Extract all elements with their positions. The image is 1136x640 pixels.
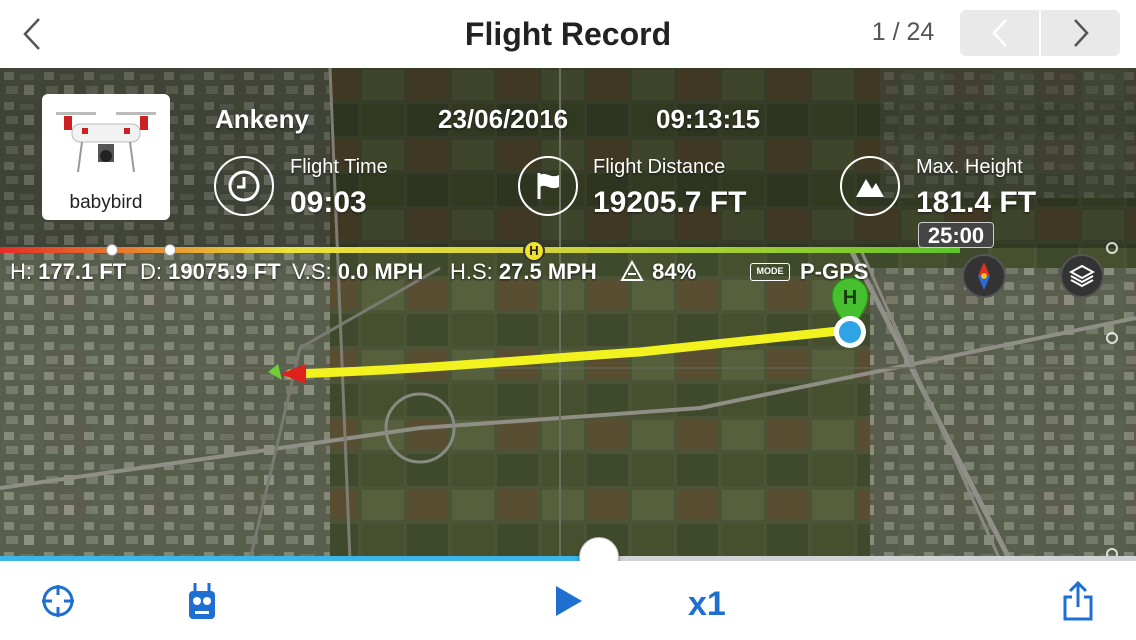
timeline-total-duration: 25:00 [918,222,994,248]
vertical-speed-label: V.S: [292,259,332,284]
flight-map[interactable]: babybird Ankeny 23/06/2016 09:13:15 Flig… [0,68,1136,560]
battery-value: 84% [652,259,697,284]
compass-button[interactable] [962,254,1006,298]
aircraft-position-marker [834,316,866,348]
recenter-button[interactable] [36,579,80,623]
drone-icon [56,112,156,173]
telemetry-height: H: 177.1 FT [10,259,126,285]
telemetry-distance: D: 19075.9 FT [140,259,281,285]
distance-label: D: [140,259,162,284]
share-button[interactable] [1056,579,1100,623]
scale-tick [1106,332,1118,344]
aircraft-card[interactable]: babybird [42,94,170,220]
flight-date: 23/06/2016 [438,104,569,134]
top-bar: Flight Record 1 / 24 [0,0,1136,68]
record-pager [960,10,1120,56]
chevron-left-icon [23,18,40,50]
flag-icon [518,156,578,216]
clock-icon [214,156,274,216]
flight-distance-value: 19205.7 FT [593,186,747,219]
battery-icon [620,259,644,281]
home-pin-label: H [843,287,857,309]
height-value: 177.1 FT [38,259,127,284]
record-counter: 1 / 24 [871,18,935,46]
chevron-left-icon [991,19,1007,47]
vertical-speed-value: 0.0 MPH [337,259,424,284]
remote-controller-icon [189,583,215,619]
play-icon [556,586,582,616]
compass-icon [978,262,990,290]
share-icon [1063,581,1093,621]
crosshair-icon [42,585,74,617]
map-layers-button[interactable] [1060,254,1104,298]
timeline-event-marker[interactable] [106,244,118,256]
aircraft-name: babybird [69,192,143,213]
flight-time-value: 09:03 [290,186,367,219]
horizontal-speed-label: H.S: [450,259,493,284]
remote-controller-button[interactable] [182,579,222,623]
telemetry-horizontal-speed: H.S: 27.5 MPH [450,259,597,285]
distance-value: 19075.9 FT [168,259,281,284]
flight-location: Ankeny [215,104,309,134]
horizontal-speed-value: 27.5 MPH [498,259,597,284]
bottom-toolbar: x1 [0,561,1136,640]
next-record-button[interactable] [1041,10,1120,56]
flight-timeline[interactable] [0,247,960,253]
max-height-value: 181.4 FT [916,186,1037,219]
layers-icon [1069,264,1095,288]
play-button[interactable] [546,579,590,623]
max-height-label: Max. Height [916,156,1023,178]
chevron-right-icon [1073,19,1089,47]
mode-badge: MODE [750,263,790,281]
flight-distance-label: Flight Distance [593,156,726,178]
previous-record-button[interactable] [960,10,1039,56]
flight-time-label: Flight Time [290,156,388,178]
back-button[interactable] [14,14,50,54]
flight-start-time: 09:13:15 [656,104,761,134]
scale-tick [1106,242,1118,254]
height-label: H: [10,259,32,284]
telemetry-battery: 84% [620,259,696,285]
playback-speed-button[interactable]: x1 [688,585,726,624]
satellite-imagery [0,68,1136,560]
telemetry-vertical-speed: V.S: 0.0 MPH [292,259,423,285]
timeline-event-marker[interactable] [164,244,176,256]
mountain-icon [840,156,900,216]
